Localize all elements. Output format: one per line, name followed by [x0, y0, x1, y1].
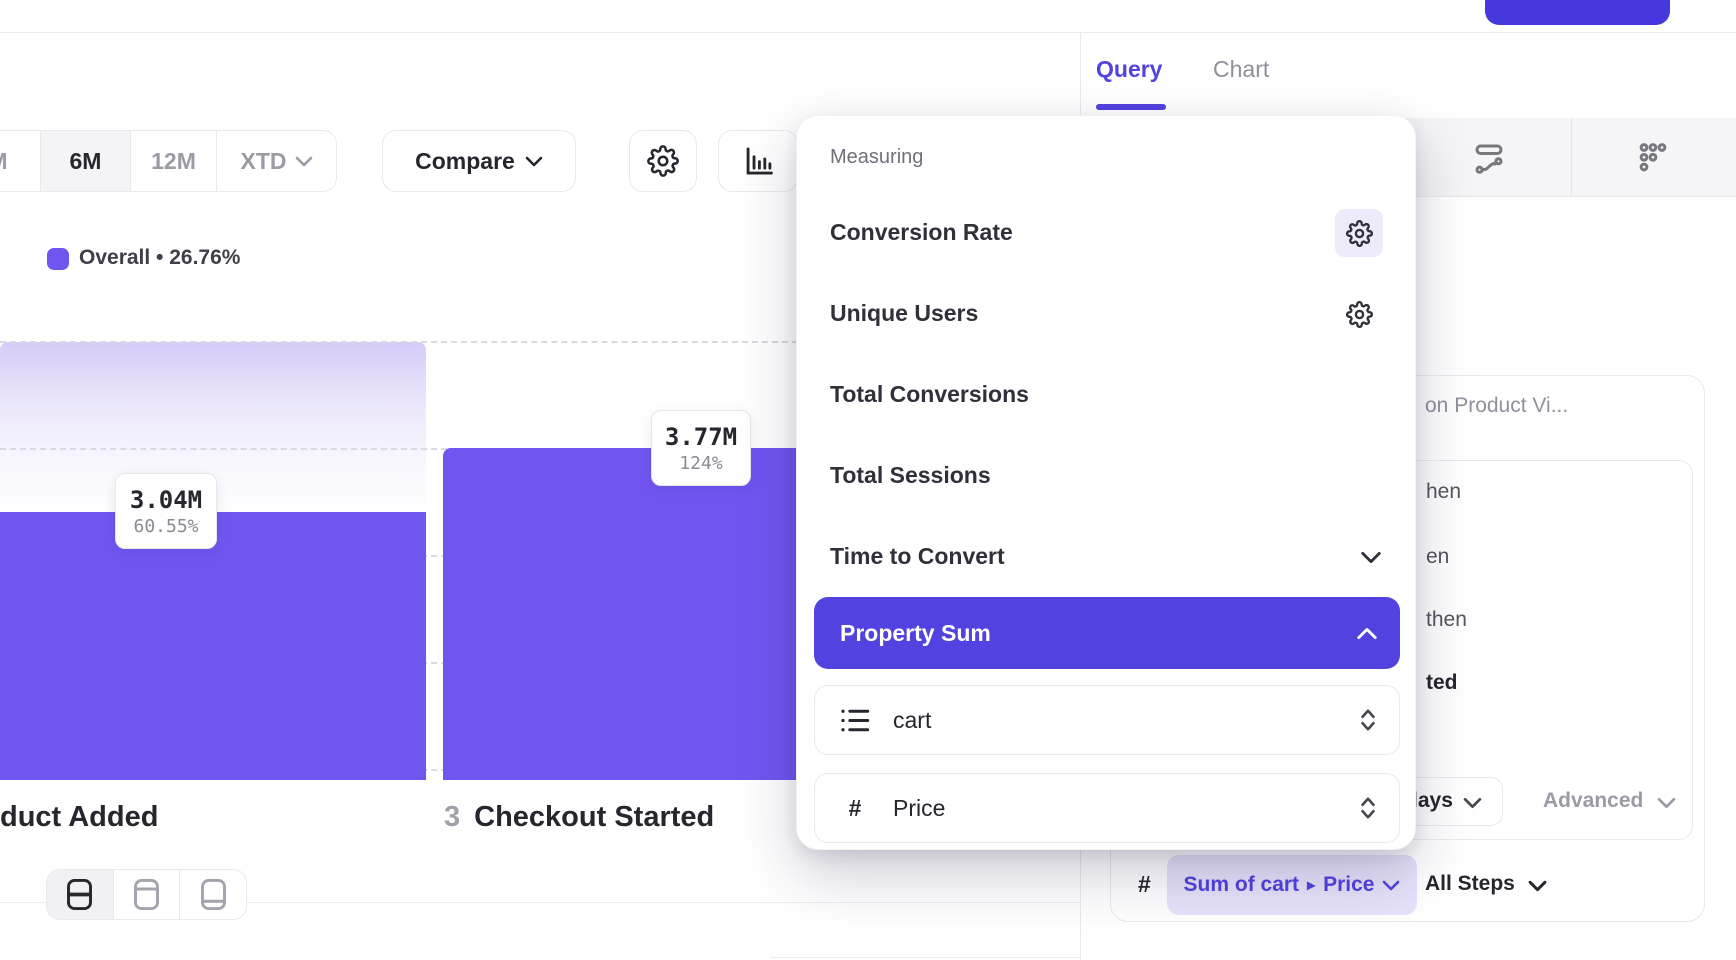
- menu-item-time-to-convert[interactable]: Time to Convert: [830, 543, 1005, 570]
- time-range-3m-label: M: [0, 148, 8, 175]
- top-bar: [0, 0, 1736, 33]
- select-stepper-icon: [1359, 795, 1377, 821]
- number-icon: #: [1138, 871, 1151, 898]
- funnel-bar-checkout-started[interactable]: [443, 448, 810, 780]
- time-range-12m[interactable]: 12M: [131, 131, 217, 191]
- time-range-3m[interactable]: M: [0, 131, 41, 191]
- card-header-text-fragment: on Product Vi...: [1425, 394, 1568, 418]
- primary-action-button[interactable]: [1485, 0, 1670, 25]
- step-row-fragment: en: [1426, 545, 1449, 569]
- compare-label: Compare: [415, 148, 515, 175]
- gear-icon: [647, 145, 679, 177]
- all-steps-label: All Steps: [1425, 872, 1515, 895]
- chevron-down-icon: [525, 156, 543, 167]
- conversion-rate-settings-button[interactable]: [1335, 209, 1383, 257]
- menu-item-conversion-rate[interactable]: Conversion Rate: [830, 219, 1013, 246]
- table-top-border: [770, 957, 1080, 958]
- metrics-tool-button[interactable]: [1635, 140, 1671, 176]
- layout-toggle-group: [46, 869, 247, 920]
- time-range-12m-label: 12M: [151, 148, 196, 175]
- chevron-down-icon: [1657, 797, 1676, 809]
- event-selector-value: cart: [893, 707, 931, 734]
- layout-top-line-icon: [133, 878, 160, 911]
- toolbar-divider: [1571, 118, 1572, 197]
- step-row-fragment: ted: [1426, 671, 1458, 695]
- chevron-down-icon[interactable]: [1360, 551, 1382, 564]
- tab-query[interactable]: Query: [1096, 56, 1162, 83]
- flow-icon: [1471, 140, 1507, 176]
- chevron-down-icon: [1463, 797, 1482, 809]
- tab-chart[interactable]: Chart: [1213, 56, 1269, 83]
- gear-icon: [1346, 301, 1373, 328]
- chevron-down-icon: [1528, 880, 1547, 892]
- caret-right-icon: ▸: [1307, 875, 1315, 895]
- event-selector[interactable]: cart: [814, 685, 1400, 755]
- layout-top-line-button[interactable]: [114, 870, 181, 919]
- select-stepper-icon: [1359, 707, 1377, 733]
- step-name: Checkout Started: [474, 801, 714, 833]
- bar-value-tooltip: 3.04M 60.55%: [115, 473, 217, 549]
- property-selector[interactable]: # Price: [814, 773, 1400, 843]
- menu-item-total-conversions[interactable]: Total Conversions: [830, 381, 1029, 408]
- step-label-checkout-started: 3 Checkout Started: [444, 801, 714, 834]
- time-range-6m[interactable]: 6M: [41, 131, 131, 191]
- measure-chip-event: Sum of cart: [1184, 873, 1300, 897]
- tooltip-value: 3.04M: [130, 486, 202, 514]
- compare-button[interactable]: Compare: [382, 130, 576, 192]
- gridline: [0, 341, 798, 343]
- chevron-up-icon: [1356, 627, 1378, 640]
- list-icon: [837, 707, 873, 734]
- tooltip-percent: 60.55%: [133, 516, 198, 537]
- time-range-6m-label: 6M: [70, 148, 102, 175]
- dots-grid-icon: [1635, 140, 1671, 176]
- layout-middle-line-icon: [66, 878, 93, 911]
- bar-value-tooltip: 3.77M 124%: [651, 410, 751, 486]
- conversion-window-label-fragment: lays: [1412, 789, 1453, 813]
- measure-chip-property: Price: [1323, 873, 1374, 897]
- measuring-title: Measuring: [830, 146, 923, 169]
- funnel-bar-product-added[interactable]: [0, 512, 426, 780]
- step-row-fragment: hen: [1426, 480, 1461, 504]
- step-label-product-added: duct Added: [0, 801, 158, 834]
- menu-item-property-sum-selected[interactable]: Property Sum: [814, 597, 1400, 669]
- advanced-dropdown[interactable]: Advanced: [1543, 789, 1643, 813]
- layout-split-middle-button[interactable]: [47, 870, 114, 919]
- step-row-fragment: then: [1426, 608, 1467, 632]
- property-selector-value: Price: [893, 795, 945, 822]
- flows-tool-button[interactable]: [1471, 140, 1507, 176]
- legend-label: Overall • 26.76%: [79, 246, 240, 270]
- all-steps-dropdown[interactable]: All Steps: [1425, 872, 1515, 896]
- chevron-down-icon: [1382, 880, 1400, 891]
- chart-settings-button[interactable]: [629, 130, 697, 192]
- layout-bottom-line-button[interactable]: [180, 870, 246, 919]
- menu-item-unique-users[interactable]: Unique Users: [830, 300, 978, 327]
- step-number: 3: [444, 801, 460, 833]
- measure-property-chip[interactable]: Sum of cart ▸ Price: [1167, 855, 1417, 915]
- time-range-group: M 6M 12M XTD: [0, 130, 337, 192]
- chart-type-button[interactable]: [718, 130, 798, 192]
- property-sum-label: Property Sum: [840, 620, 991, 647]
- time-range-xtd-label: XTD: [241, 148, 287, 175]
- step-name-fragment: duct Added: [0, 801, 158, 833]
- active-tab-underline: [1096, 104, 1166, 110]
- time-range-xtd[interactable]: XTD: [217, 131, 336, 191]
- tooltip-value: 3.77M: [665, 423, 737, 451]
- tooltip-percent: 124%: [679, 453, 722, 474]
- unique-users-settings-button[interactable]: [1335, 290, 1383, 338]
- legend-swatch: [47, 248, 69, 270]
- gear-icon: [1346, 220, 1373, 247]
- layout-bottom-line-icon: [200, 878, 227, 911]
- bar-chart-icon: [741, 144, 775, 178]
- chevron-down-icon: [295, 156, 313, 167]
- number-icon: #: [837, 795, 873, 822]
- menu-item-total-sessions[interactable]: Total Sessions: [830, 462, 991, 489]
- app-root: M 6M 12M XTD Compare Overall • 26.76% 3.…: [0, 0, 1736, 960]
